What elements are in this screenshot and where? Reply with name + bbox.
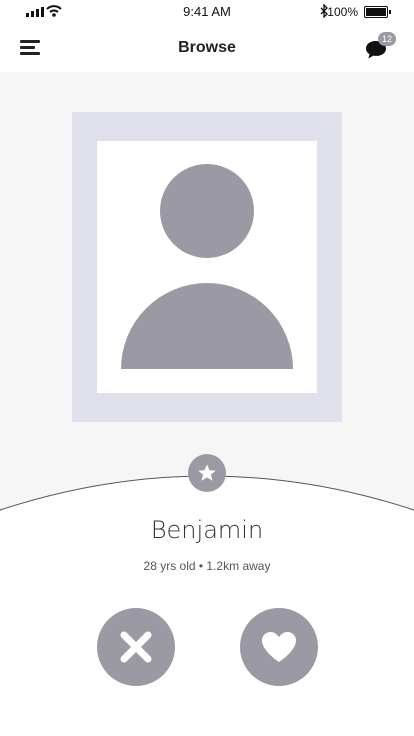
- status-bar: 9:41 AM 100%: [0, 0, 414, 24]
- chat-button[interactable]: 12: [364, 32, 396, 64]
- dislike-button[interactable]: [97, 608, 175, 686]
- chat-badge: 12: [378, 32, 396, 46]
- heart-icon: [262, 632, 296, 662]
- profile-info-panel: [0, 475, 414, 736]
- profile-photo[interactable]: [97, 141, 317, 393]
- like-button[interactable]: [240, 608, 318, 686]
- profile-details: 28 yrs old • 1.2km away: [143, 559, 271, 573]
- profile-card-area: Benjamin 28 yrs old • 1.2km away: [0, 72, 414, 736]
- photo-frame: [72, 112, 342, 422]
- star-icon: [198, 464, 216, 481]
- battery-icon: [364, 6, 391, 18]
- battery-percent: 100%: [327, 5, 358, 19]
- page-title: Browse: [178, 39, 236, 56]
- nav-bar: Browse 12: [0, 24, 414, 72]
- avatar-placeholder-icon: [121, 164, 293, 369]
- profile-name: Benjamin: [150, 516, 264, 544]
- close-icon: [120, 631, 152, 663]
- favorite-button[interactable]: [188, 454, 226, 492]
